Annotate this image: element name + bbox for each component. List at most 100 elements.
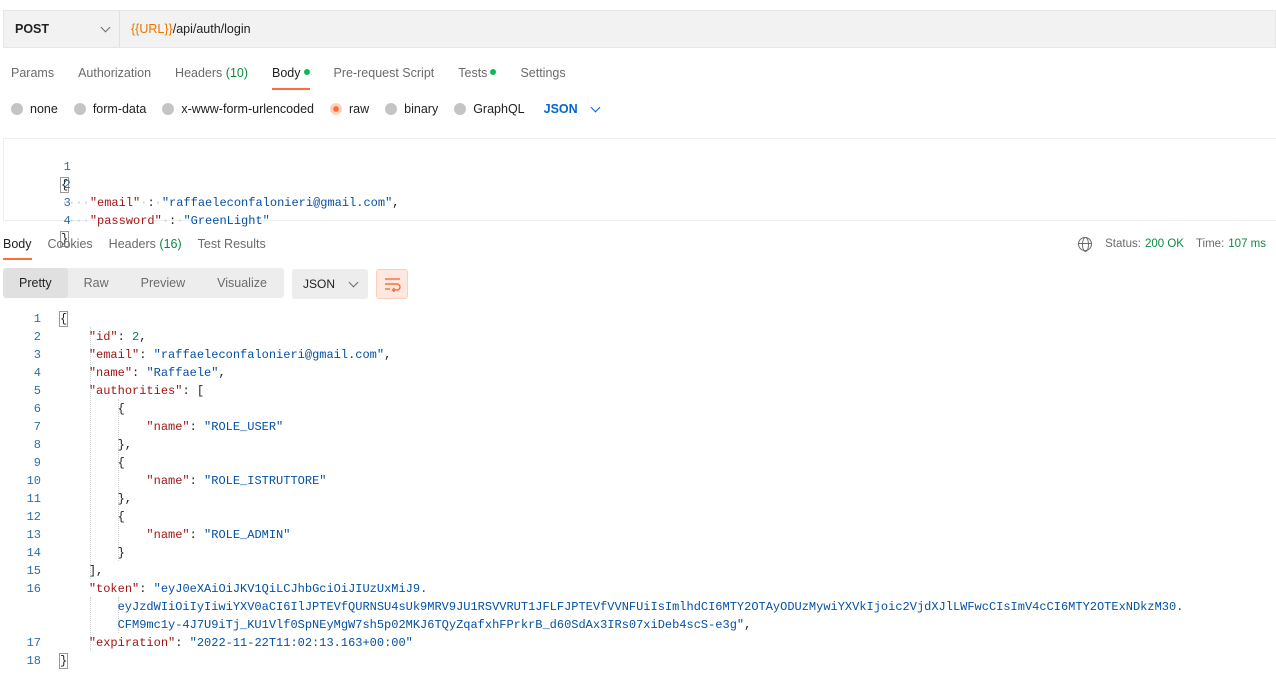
- tab-settings[interactable]: Settings: [520, 64, 565, 90]
- line-number: 14: [26, 546, 41, 560]
- radio-form-data[interactable]: form-data: [73, 102, 146, 116]
- line-number: 8: [33, 438, 41, 452]
- view-raw[interactable]: Raw: [68, 268, 125, 298]
- raw-language-label: JSON: [543, 102, 578, 116]
- email-value: "raffaeleconfalonieri@gmail.com": [153, 348, 385, 362]
- url-input[interactable]: {{URL}}/api/auth/login: [120, 22, 251, 36]
- raw-language-select[interactable]: JSON: [543, 102, 601, 116]
- code-text: ····"email"·:·"raffaeleconfalonieri@gmai…: [61, 196, 400, 210]
- radio-button-icon: [385, 103, 398, 115]
- name-value: "Raffaele": [146, 366, 219, 380]
- tab-params[interactable]: Params: [11, 64, 54, 90]
- view-visualize[interactable]: Visualize: [201, 268, 283, 298]
- status-dot-icon: [490, 69, 497, 75]
- tab-headers[interactable]: Headers (10): [175, 64, 248, 90]
- tab-label: Headers: [175, 66, 223, 80]
- wrap-lines-button[interactable]: [376, 269, 408, 299]
- line-number: 10: [26, 474, 41, 488]
- code-text: },: [117, 492, 133, 506]
- method-select[interactable]: POST: [4, 11, 120, 47]
- response-status-area: Status: 200 OK Time: 107 ms: [1078, 237, 1266, 252]
- email-key: "email": [88, 348, 140, 362]
- email-value: "raffaeleconfalonieri@gmail.com": [161, 196, 393, 210]
- code-text: "name": "ROLE_USER": [146, 420, 284, 434]
- line-number: 12: [26, 510, 41, 524]
- tab-label: Cookies: [47, 237, 93, 251]
- radio-button-icon: [11, 103, 23, 115]
- role-name-key: "name": [146, 474, 190, 488]
- radio-label: x-www-form-urlencoded: [181, 102, 314, 116]
- line-number: 2: [63, 178, 71, 192]
- radio-none[interactable]: none: [11, 102, 58, 116]
- token-key: "token": [88, 582, 140, 596]
- response-tab-headers[interactable]: Headers (16): [109, 236, 182, 260]
- line-number: 3: [33, 348, 41, 362]
- status-value[interactable]: 200 OK: [1145, 238, 1184, 250]
- tab-label: Body: [3, 237, 32, 251]
- role-name-key: "name": [146, 420, 190, 434]
- time-value[interactable]: 107 ms: [1228, 238, 1266, 250]
- response-format-select[interactable]: JSON: [292, 269, 368, 299]
- token-value-part: "eyJ0eXAiOiJKV1QiLCJhbGciOiJIUzUxMiJ9.: [153, 582, 428, 596]
- chevron-down-icon: [100, 22, 111, 32]
- radio-button-icon: [162, 103, 175, 115]
- token-value-part: eyJzdWIiOiIyIiwiYXV0aCI6IlJPTEVfQURNSU4s…: [117, 600, 1184, 614]
- tab-body[interactable]: Body: [272, 64, 310, 90]
- code-text: {: [58, 311, 69, 327]
- role-name-key: "name": [146, 528, 190, 542]
- wrap-lines-icon: [385, 278, 401, 292]
- radio-binary[interactable]: binary: [385, 102, 438, 116]
- globe-icon[interactable]: [1078, 237, 1093, 252]
- code-text: "id": 2,: [88, 330, 147, 344]
- code-line: 1 {: [4, 140, 71, 193]
- code-text: "name": "ROLE_ADMIN": [146, 528, 291, 542]
- view-preview[interactable]: Preview: [125, 268, 201, 298]
- radio-graphql[interactable]: GraphQL: [454, 102, 525, 116]
- code-text: ],: [88, 564, 104, 578]
- tab-label: Params: [11, 66, 55, 80]
- line-number: 1: [33, 312, 41, 326]
- tab-authorization[interactable]: Authorization: [78, 64, 151, 90]
- line-number: 4: [63, 214, 71, 228]
- request-url-bar: POST {{URL}}/api/auth/login: [3, 10, 1276, 48]
- tab-tests[interactable]: Tests: [458, 64, 497, 90]
- code-text: "authorities": [: [88, 384, 205, 398]
- radio-button-icon: [454, 103, 467, 115]
- code-text: eyJzdWIiOiIyIiwiYXV0aCI6IlJPTEVfQURNSU4s…: [60, 598, 1184, 616]
- tab-pre-request-script[interactable]: Pre-request Script: [334, 64, 435, 90]
- password-value: "GreenLight": [183, 214, 270, 228]
- line-number: 15: [26, 564, 41, 578]
- code-text: }: [117, 546, 125, 560]
- line-number: 4: [33, 366, 41, 380]
- code-text: {: [117, 456, 125, 470]
- line-number: 18: [26, 654, 41, 668]
- radio-x-www-form-urlencoded[interactable]: x-www-form-urlencoded: [162, 102, 314, 116]
- id-key: "id": [88, 330, 118, 344]
- request-body-editor[interactable]: 1 { 2 ····"email"·:·"raffaeleconfalonier…: [3, 138, 1276, 247]
- line-number: 13: [26, 528, 41, 542]
- radio-raw[interactable]: raw: [330, 102, 369, 116]
- email-key: "email": [89, 196, 141, 210]
- response-view-modes: Pretty Raw Preview Visualize: [3, 268, 284, 298]
- code-text: "name": "ROLE_ISTRUTTORE": [146, 474, 327, 488]
- code-text: "token": "eyJ0eXAiOiJKV1QiLCJhbGciOiJIUz…: [88, 582, 428, 596]
- line-number: 3: [63, 196, 71, 210]
- tab-label: Headers: [108, 237, 156, 251]
- line-number: 2: [33, 330, 41, 344]
- expiration-key: "expiration": [88, 636, 176, 650]
- code-line: 4 }: [4, 194, 71, 247]
- tab-label: Pre-request Script: [333, 66, 435, 80]
- line-number: 9: [33, 456, 41, 470]
- code-line: 2 ····"email"·:·"raffaeleconfalonieri@gm…: [4, 158, 399, 210]
- tab-label: Authorization: [78, 66, 152, 80]
- view-pretty[interactable]: Pretty: [3, 268, 68, 298]
- response-body-viewer[interactable]: 1 { 2 "id": 2, 3 "email": "raffaeleconfal…: [3, 309, 1276, 679]
- code-text: {: [117, 510, 125, 524]
- response-tab-body[interactable]: Body: [3, 236, 32, 260]
- code-line: 3 ····"password"·:·"GreenLight": [4, 176, 270, 228]
- role-value: "ROLE_ADMIN": [204, 528, 291, 542]
- response-tab-cookies[interactable]: Cookies: [48, 236, 93, 260]
- password-key: "password": [89, 214, 162, 228]
- chevron-down-icon: [348, 277, 359, 287]
- response-tab-test-results[interactable]: Test Results: [198, 236, 266, 260]
